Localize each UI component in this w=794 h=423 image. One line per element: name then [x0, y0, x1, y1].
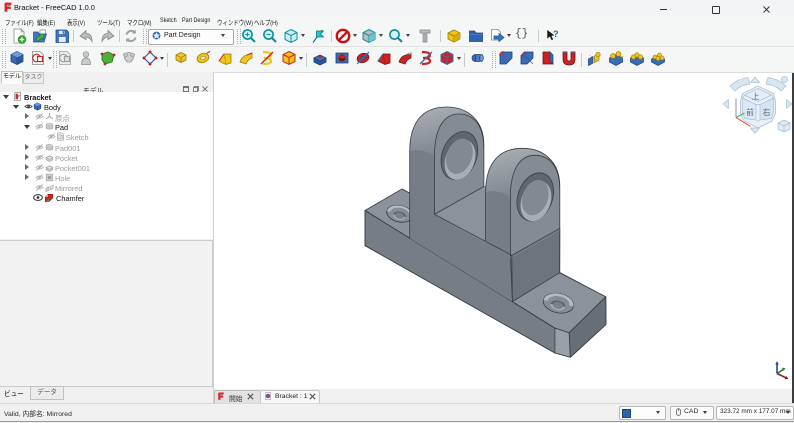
svg-text:?: ?: [553, 29, 559, 39]
svg-text:前: 前: [746, 107, 754, 117]
svg-text:上: 上: [752, 92, 760, 101]
svg-text:右: 右: [763, 107, 771, 117]
